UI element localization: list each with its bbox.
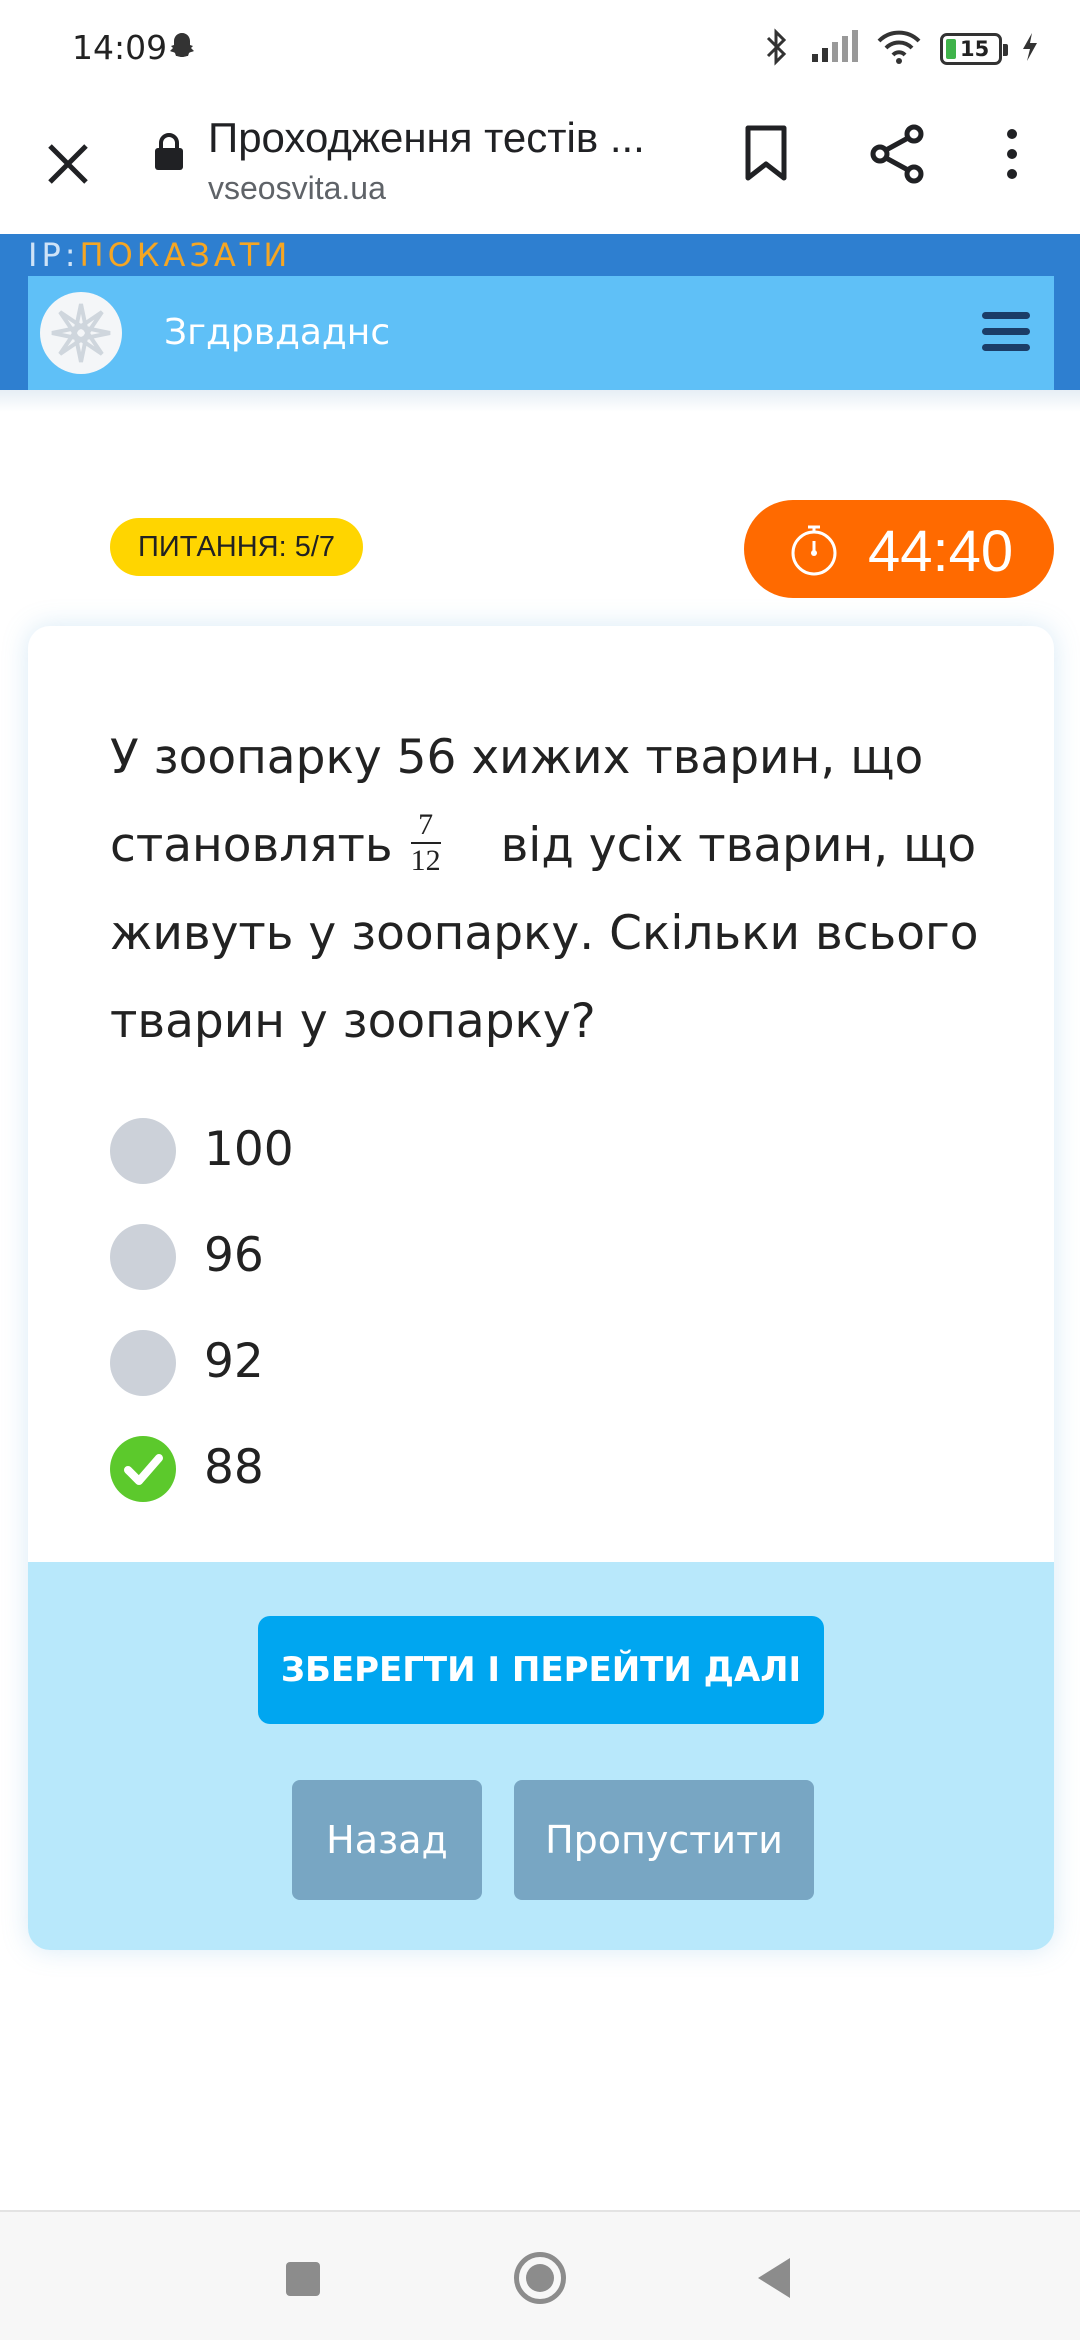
status-time: 14:09	[72, 28, 168, 67]
wifi-icon	[876, 30, 922, 68]
bookmark-icon	[745, 125, 787, 181]
card-actions: ЗБЕРЕГТИ І ПЕРЕЙТИ ДАЛІ Назад Пропустити	[28, 1562, 1054, 1950]
page-url: vseosvita.ua	[208, 170, 386, 206]
save-and-next-button[interactable]: ЗБЕРЕГТИ І ПЕРЕЙТИ ДАЛІ	[258, 1616, 824, 1724]
radio-button[interactable]	[110, 1118, 176, 1184]
site-navbar: Згдрвдаднс	[28, 276, 1054, 390]
ip-show-link[interactable]: ПОКАЗАТИ	[80, 236, 292, 274]
charging-icon	[1020, 31, 1040, 67]
back-button[interactable]: Назад	[292, 1780, 482, 1900]
answer-option[interactable]: 96	[110, 1210, 810, 1316]
ip-row: IP:ПОКАЗАТИ	[28, 236, 291, 274]
timer-value: 44:40	[868, 519, 1014, 584]
stopwatch-icon	[786, 522, 842, 582]
home-button[interactable]	[514, 2252, 566, 2304]
question-counter-badge: ПИТАННЯ: 5/7	[110, 518, 364, 576]
fraction-numerator: 7	[410, 808, 441, 844]
fraction: 7 12	[410, 808, 441, 878]
radio-button[interactable]	[110, 1330, 176, 1396]
page-title-area[interactable]: Проходження тестів ... vseosvita.ua	[208, 114, 678, 207]
hamburger-menu-button[interactable]	[982, 312, 1030, 354]
page-title: Проходження тестів ...	[208, 114, 645, 161]
fraction-denominator: 12	[410, 843, 441, 877]
menu-icon	[982, 312, 1030, 319]
answer-label: 92	[204, 1334, 264, 1389]
screen: 14:09 15 Проходження тестів ... vseosvit…	[0, 0, 1080, 2340]
bookmark-button[interactable]	[740, 124, 792, 188]
answer-option[interactable]: 88	[110, 1422, 810, 1528]
answer-option[interactable]: 92	[110, 1316, 810, 1422]
user-name: Згдрвдаднс	[164, 312, 391, 353]
answer-option[interactable]: 100	[110, 1104, 810, 1210]
radio-button-checked[interactable]	[110, 1436, 176, 1502]
close-icon	[48, 144, 88, 184]
recents-button[interactable]	[286, 2262, 320, 2296]
status-icons: 15	[762, 28, 1040, 70]
close-button[interactable]	[36, 132, 100, 196]
status-bar: 14:09 15	[0, 0, 1080, 96]
lock-icon	[152, 132, 186, 176]
skip-button[interactable]: Пропустити	[514, 1780, 814, 1900]
more-vert-icon	[1007, 129, 1017, 179]
battery-icon: 15	[940, 33, 1008, 65]
bluetooth-icon	[762, 28, 792, 70]
question-card: У зоопарку 56 хижих тварин, що становлят…	[28, 626, 1054, 1950]
answer-label: 100	[204, 1122, 294, 1177]
system-nav-bar	[0, 2210, 1080, 2340]
header-shadow	[0, 390, 1080, 412]
answer-label: 96	[204, 1228, 264, 1283]
ornament-icon	[51, 303, 111, 363]
ip-label: IP:	[28, 236, 80, 274]
signal-icon	[810, 30, 858, 68]
answer-options: 100 96 92 88	[110, 1104, 810, 1528]
share-button[interactable]	[868, 124, 928, 188]
timer-badge: 44:40	[744, 500, 1054, 598]
battery-level: 15	[960, 37, 990, 61]
checkmark-icon	[124, 1454, 163, 1485]
question-text: У зоопарку 56 хижих тварин, що становлят…	[110, 714, 1010, 1066]
answer-label: 88	[204, 1440, 264, 1495]
more-options-button[interactable]	[1000, 124, 1024, 188]
site-logo[interactable]	[40, 292, 122, 374]
share-icon	[870, 124, 924, 184]
snapchat-icon	[166, 30, 198, 66]
radio-button[interactable]	[110, 1224, 176, 1290]
back-nav-button[interactable]	[758, 2258, 790, 2298]
